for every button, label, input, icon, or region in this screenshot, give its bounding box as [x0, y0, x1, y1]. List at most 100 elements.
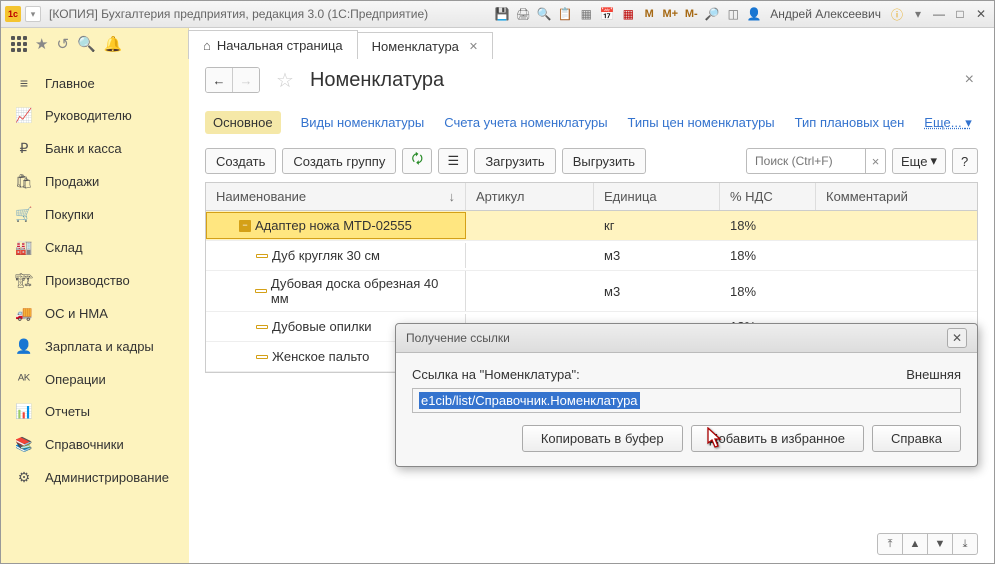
m-icon[interactable]: M: [640, 5, 658, 23]
sidebar-item-label: ОС и НМА: [45, 306, 108, 321]
panel-icon[interactable]: ◫: [724, 5, 742, 23]
favorite-star-icon[interactable]: ☆: [276, 68, 294, 93]
sidebar-item-10[interactable]: 📊Отчеты: [1, 395, 189, 428]
row-name: Дубовая доска обрезная 40 мм: [271, 276, 455, 306]
favorite-icon[interactable]: ★: [35, 35, 48, 53]
user-name[interactable]: Андрей Алексеевич: [766, 7, 885, 21]
col-vat[interactable]: % НДС: [720, 183, 816, 210]
sidebar-item-11[interactable]: 📚Справочники: [1, 428, 189, 461]
history-icon[interactable]: ↺: [56, 35, 69, 53]
sub-tab-1[interactable]: Виды номенклатуры: [301, 115, 425, 130]
sidebar-icon: 🛍: [15, 173, 33, 190]
tab-close-icon[interactable]: ✕: [469, 40, 478, 53]
sub-tab-3[interactable]: Типы цен номенклатуры: [628, 115, 775, 130]
titlebar-dropdown[interactable]: ▾: [25, 6, 41, 22]
sidebar-item-6[interactable]: 🏗Производство: [1, 264, 189, 297]
col-article[interactable]: Артикул: [466, 183, 594, 210]
m-plus-icon[interactable]: M+: [661, 5, 679, 23]
print-icon[interactable]: 🖨: [514, 5, 532, 23]
sidebar-item-5[interactable]: 🏭Склад: [1, 231, 189, 264]
sidebar-item-12[interactable]: ⚙Администрирование: [1, 461, 189, 494]
sidebar-item-label: Главное: [45, 76, 95, 91]
info-dropdown[interactable]: ▾: [909, 5, 927, 23]
search-icon[interactable]: 🔍: [77, 35, 96, 53]
unload-button[interactable]: Выгрузить: [562, 148, 646, 174]
row-name: Дуб кругляк 30 см: [272, 248, 380, 263]
nav-history-buttons: ← →: [205, 67, 260, 93]
nav-first-button[interactable]: ⤒: [877, 533, 903, 555]
col-comment[interactable]: Комментарий: [816, 183, 977, 210]
sidebar-icon: 🏭: [15, 239, 33, 256]
grid-icon[interactable]: ▦: [577, 5, 595, 23]
table-row[interactable]: Дуб кругляк 30 смм318%: [206, 241, 977, 271]
row-name: Адаптер ножа MTD-02555: [255, 218, 412, 233]
dialog-help-button[interactable]: Справка: [872, 425, 961, 452]
sidebar-item-label: Продажи: [45, 174, 99, 189]
help-button[interactable]: ?: [952, 148, 978, 174]
list-button[interactable]: ☰: [438, 148, 468, 174]
folder-collapse-icon[interactable]: −: [239, 220, 251, 232]
more-button[interactable]: Еще▾: [892, 148, 946, 174]
row-name: Женское пальто: [272, 349, 369, 364]
nav-up-button[interactable]: ▲: [902, 533, 928, 555]
m-minus-icon[interactable]: M-: [682, 5, 700, 23]
apps-grid-icon[interactable]: [11, 36, 27, 52]
sub-tab-more[interactable]: Еще... ▾: [924, 115, 971, 131]
sidebar-item-label: Отчеты: [45, 404, 90, 419]
minimize-button[interactable]: —: [930, 5, 948, 23]
sidebar-item-8[interactable]: 👤Зарплата и кадры: [1, 330, 189, 363]
dialog-copy-button[interactable]: Копировать в буфер: [522, 425, 683, 452]
dialog-favorite-button[interactable]: Добавить в избранное: [691, 425, 864, 452]
dialog-titlebar[interactable]: Получение ссылки ✕: [396, 324, 977, 353]
nav-down-button[interactable]: ▼: [927, 533, 953, 555]
dialog-link-input[interactable]: e1cib/list/Справочник.Номенклатура: [412, 388, 961, 413]
date-icon[interactable]: ▦: [619, 5, 637, 23]
zoom-icon[interactable]: 🔎: [703, 5, 721, 23]
create-group-button[interactable]: Создать группу: [282, 148, 396, 174]
sidebar-item-0[interactable]: ≡Главное: [1, 67, 189, 99]
sub-tab-4[interactable]: Тип плановых цен: [795, 115, 905, 130]
page-close-icon[interactable]: ×: [961, 69, 978, 91]
col-name-label: Наименование: [216, 189, 306, 204]
tab-nomenclature[interactable]: Номенклатура ✕: [357, 32, 493, 61]
sub-tab-0[interactable]: Основное: [205, 111, 281, 134]
maximize-button[interactable]: □: [951, 5, 969, 23]
sidebar-item-4[interactable]: 🛒Покупки: [1, 198, 189, 231]
search-input[interactable]: [746, 148, 866, 174]
main-content: ← → ☆ Номенклатура × Основное Виды номенк…: [189, 59, 994, 563]
nav-forward-button[interactable]: →: [233, 68, 259, 92]
sidebar-icon: ⚙: [15, 469, 33, 486]
grid-nav-buttons: ⤒ ▲ ▼ ⤓: [878, 533, 978, 555]
col-name[interactable]: Наименование↓: [206, 183, 466, 210]
save-icon[interactable]: 💾: [493, 5, 511, 23]
preview-icon[interactable]: 🔍: [535, 5, 553, 23]
sub-tab-2[interactable]: Счета учета номенклатуры: [444, 115, 607, 130]
sidebar-item-label: Покупки: [45, 207, 94, 222]
sidebar-item-9[interactable]: ᴬᴷОперации: [1, 363, 189, 395]
item-icon: [256, 355, 268, 359]
close-button[interactable]: ✕: [972, 5, 990, 23]
tab-home[interactable]: ⌂Начальная страница: [188, 30, 358, 60]
create-button[interactable]: Создать: [205, 148, 276, 174]
col-unit[interactable]: Единица: [594, 183, 720, 210]
nav-last-button[interactable]: ⤓: [952, 533, 978, 555]
tab-active-label: Номенклатура: [372, 39, 459, 54]
sidebar-item-2[interactable]: ₽Банк и касса: [1, 132, 189, 165]
sidebar-item-label: Банк и касса: [45, 141, 122, 156]
bell-icon[interactable]: 🔔: [104, 35, 123, 53]
copy-icon[interactable]: 📋: [556, 5, 574, 23]
page-title: Номенклатура: [310, 69, 444, 92]
sidebar-item-1[interactable]: 📈Руководителю: [1, 99, 189, 132]
sidebar-item-7[interactable]: 🚚ОС и НМА: [1, 297, 189, 330]
table-row[interactable]: −Адаптер ножа MTD-02555кг18%: [206, 211, 977, 241]
nav-back-button[interactable]: ←: [206, 68, 233, 92]
load-button[interactable]: Загрузить: [474, 148, 555, 174]
dialog-close-button[interactable]: ✕: [947, 328, 967, 348]
table-row[interactable]: Дубовая доска обрезная 40 ммм318%: [206, 271, 977, 312]
user-icon[interactable]: 👤: [745, 5, 763, 23]
calendar-icon[interactable]: 📅: [598, 5, 616, 23]
refresh-button[interactable]: 🗘: [402, 148, 432, 174]
search-clear-button[interactable]: ×: [866, 148, 886, 174]
info-icon[interactable]: ⓘ: [888, 5, 906, 23]
sidebar-item-3[interactable]: 🛍 Продажи: [1, 165, 189, 198]
